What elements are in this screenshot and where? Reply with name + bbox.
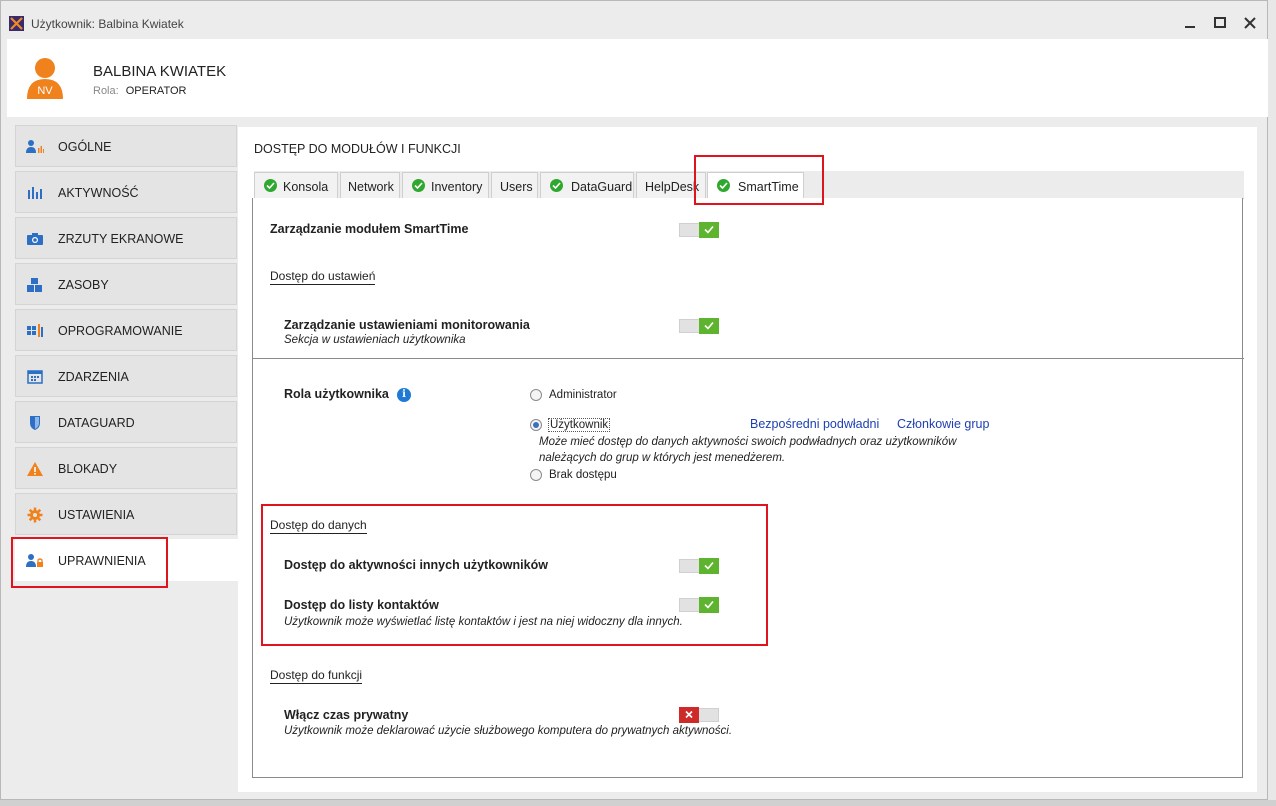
close-button[interactable] [1241, 14, 1259, 32]
background-window-edge [1268, 0, 1276, 806]
tab-label: DataGuard [571, 180, 633, 194]
monitoring-settings-toggle[interactable] [679, 318, 719, 334]
apps-icon [26, 323, 44, 339]
monitoring-settings-description: Sekcja w ustawieniach użytkownika [284, 334, 466, 346]
tab-label: HelpDesk [645, 180, 700, 194]
sidebar-item-label: ZDARZENIA [58, 370, 129, 384]
user-chart-icon [26, 139, 44, 155]
user-role-description-line2: należących do grup w których jest menedż… [539, 452, 786, 464]
sidebar-item-zrzuty-ekranowe[interactable]: ZRZUTY EKRANOWE [15, 217, 237, 259]
sidebar-item-label: ZRZUTY EKRANOWE [58, 232, 184, 246]
role-administrator-label[interactable]: Administrator [549, 389, 617, 401]
monitoring-settings-label: Zarządzanie ustawieniami monitorowania [284, 318, 530, 332]
role-no-access-radio[interactable] [530, 469, 542, 481]
role-label: Rola: [93, 85, 119, 97]
module-management-label: Zarządzanie modułem SmartTime [270, 222, 469, 236]
maximize-button[interactable] [1211, 14, 1229, 32]
calendar-icon [26, 369, 44, 385]
role-row: Rola: OPERATOR [93, 85, 186, 97]
group-members-link[interactable]: Członkowie grup [897, 417, 989, 431]
highlight-smarttime-tab [694, 155, 824, 205]
tab-label: Konsola [283, 180, 329, 194]
sidebar-item-zdarzenia[interactable]: ZDARZENIA [15, 355, 237, 397]
check-circle-icon [412, 179, 425, 192]
sidebar-item-label: AKTYWNOŚĆ [58, 186, 139, 200]
avatar: NV [25, 57, 65, 99]
role-user-radio[interactable] [530, 419, 542, 431]
direct-subordinates-link[interactable]: Bezpośredni podwładni [750, 417, 879, 431]
tab-inventory[interactable]: Inventory [402, 172, 489, 199]
background-window-edge-bottom [0, 800, 1276, 806]
sidebar-item-aktywnosc[interactable]: AKTYWNOŚĆ [15, 171, 237, 213]
tab-label: Inventory [431, 180, 483, 194]
highlight-data-access-section [261, 504, 768, 646]
cubes-icon [26, 277, 44, 293]
tab-dataguard[interactable]: DataGuard [540, 172, 634, 199]
module-management-toggle[interactable] [679, 222, 719, 238]
private-time-toggle[interactable] [679, 707, 719, 723]
bar-chart-icon [26, 185, 44, 201]
role-no-access-label[interactable]: Brak dostępu [549, 469, 617, 481]
tab-users[interactable]: Users [491, 172, 538, 199]
private-time-label: Włącz czas prywatny [284, 708, 409, 722]
private-time-description: Użytkownik może deklarować użycie służbo… [284, 725, 733, 737]
tab-label: Users [500, 180, 533, 194]
sidebar-item-blokady[interactable]: BLOKADY [15, 447, 237, 489]
sidebar-item-label: BLOKADY [58, 462, 118, 476]
sidebar-item-label: OPROGRAMOWANIE [58, 324, 183, 338]
role-user-label[interactable]: Użytkownik [548, 418, 611, 432]
section-title: DOSTĘP DO MODUŁÓW I FUNKCJI [254, 142, 461, 156]
camera-icon [26, 231, 44, 247]
section-divider [253, 358, 1244, 359]
title-bar: Użytkownik: Balbina Kwiatek [1, 1, 1267, 39]
check-circle-icon [550, 179, 563, 192]
functions-group-title: Dostęp do funkcji [270, 668, 363, 684]
sidebar-item-dataguard[interactable]: DATAGUARD [15, 401, 237, 443]
settings-group-title: Dostęp do ustawień [270, 269, 376, 285]
smarttime-panel: Zarządzanie modułem SmartTime Dostęp do … [252, 198, 1244, 778]
sidebar-item-label: OGÓLNE [58, 140, 112, 154]
sidebar-item-label: DATAGUARD [58, 416, 135, 430]
sidebar-item-zasoby[interactable]: ZASOBY [15, 263, 237, 305]
permissions-content: DOSTĘP DO MODUŁÓW I FUNKCJI Konsola Netw… [238, 127, 1257, 792]
check-circle-icon [264, 179, 277, 192]
role-administrator-radio[interactable] [530, 389, 542, 401]
window-title: Użytkownik: Balbina Kwiatek [31, 17, 184, 31]
user-header: NV BALBINA KWIATEK Rola: OPERATOR [7, 39, 1269, 117]
user-role-label: Rola użytkownika [284, 387, 389, 401]
shield-icon [26, 415, 44, 431]
user-role-description-line1: Może mieć dostęp do danych aktywności sw… [539, 436, 957, 448]
sidebar-item-oprogramowanie[interactable]: OPROGRAMOWANIE [15, 309, 237, 351]
app-logo-icon [9, 16, 24, 31]
sidebar: OGÓLNE AKTYWNOŚĆ ZRZUTY EKRANOWE ZASOBY … [15, 125, 238, 585]
sidebar-item-label: USTAWIENIA [58, 508, 135, 522]
warning-icon [26, 461, 44, 477]
user-window: Użytkownik: Balbina Kwiatek NV BALBINA K… [0, 0, 1269, 800]
avatar-initials: NV [37, 85, 53, 97]
highlight-uprawnienia-item [11, 537, 168, 588]
info-icon[interactable]: i [397, 388, 411, 402]
tab-label: Network [348, 180, 394, 194]
tab-network[interactable]: Network [340, 172, 400, 199]
user-name: BALBINA KWIATEK [93, 63, 227, 80]
minimize-button[interactable] [1181, 14, 1199, 32]
sidebar-item-label: ZASOBY [58, 278, 109, 292]
role-value: OPERATOR [125, 85, 187, 97]
sidebar-item-ustawienia[interactable]: USTAWIENIA [15, 493, 237, 535]
sidebar-item-ogolne[interactable]: OGÓLNE [15, 125, 237, 167]
gear-icon [26, 507, 44, 523]
tab-konsola[interactable]: Konsola [254, 172, 338, 199]
